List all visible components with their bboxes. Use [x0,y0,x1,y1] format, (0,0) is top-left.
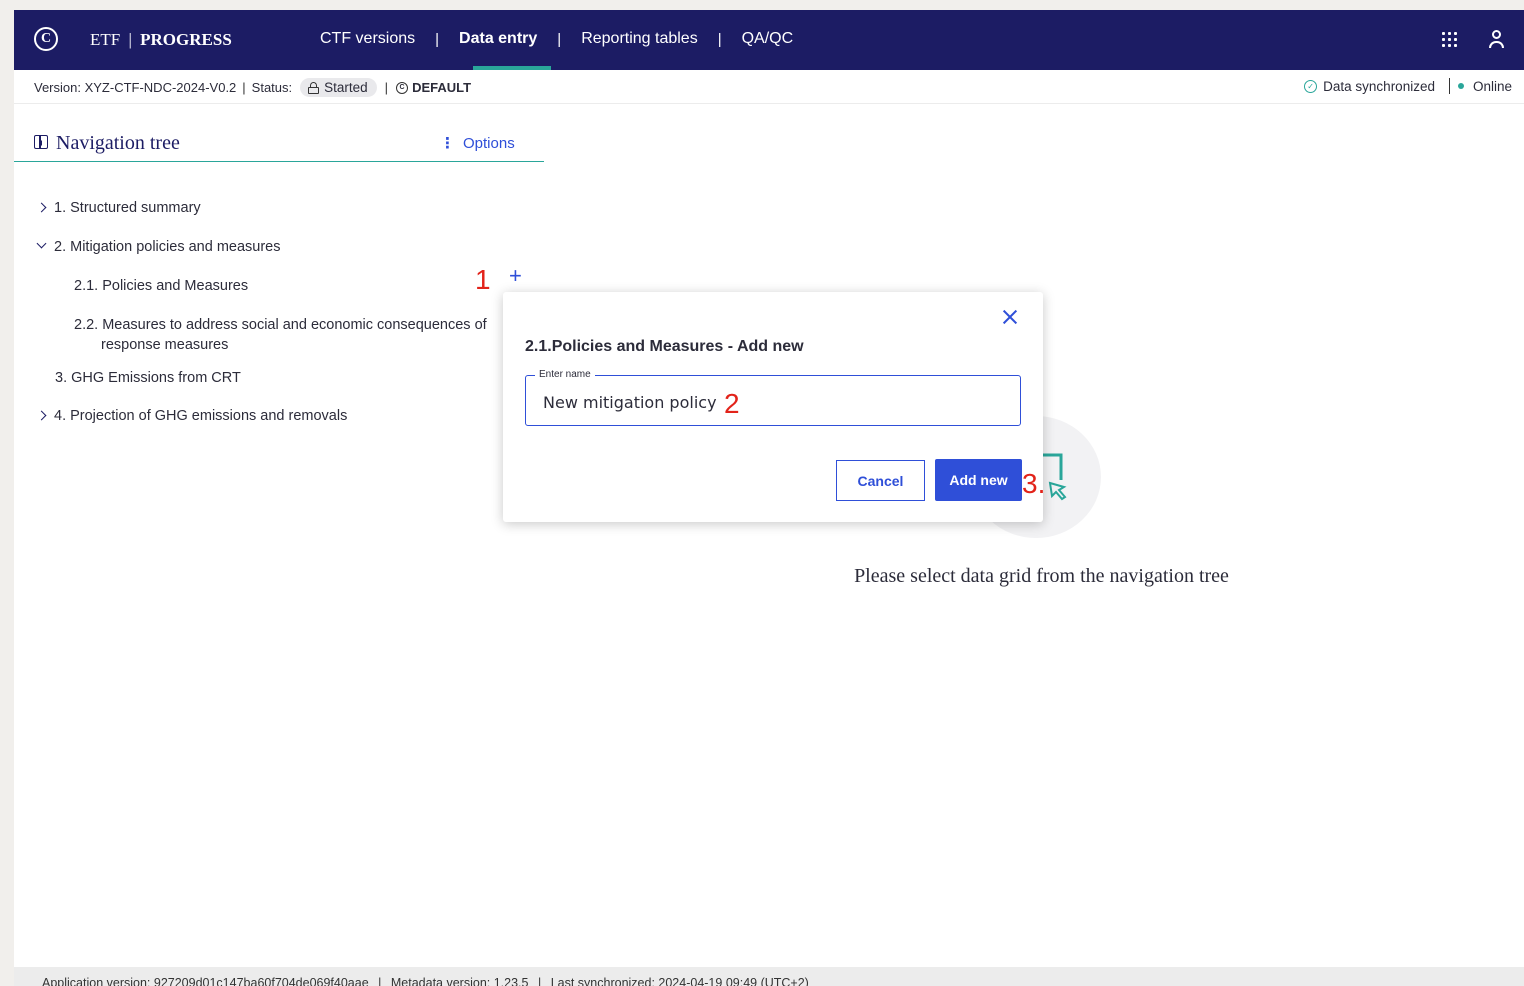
metadata-version: Metadata version: 1.23.5 [390,976,529,986]
footer-separator: | [537,976,542,986]
tree-item-label: 1. Structured summary [54,200,201,216]
tree-item-social-economic-measures-line2[interactable]: response measures [101,337,228,353]
apps-grid-icon[interactable] [1440,30,1460,50]
tab-ctf-versions[interactable]: CTF versions [320,30,415,48]
tab-reporting-tables[interactable]: Reporting tables [581,30,698,48]
more-vertical-icon: ⋮ [440,135,455,152]
tree-item-label: 4. Projection of GHG emissions and remov… [54,408,348,424]
chevron-right-icon[interactable] [38,200,50,215]
status-value: Started [324,80,368,95]
name-field-label: Enter name [535,369,595,380]
top-header: C ETF | PROGRESS CTF versions | Data ent… [14,10,1524,70]
unlock-icon [308,81,320,94]
status-separator: | [242,80,246,95]
status-bar: Version: XYZ-CTF-NDC-2024-V0.2 | Status:… [14,70,1524,104]
app-version: Application version: 927209d01c147ba60f7… [42,976,369,986]
brand-etf: ETF [90,30,121,49]
tree-item-projection-ghg[interactable]: 4. Projection of GHG emissions and remov… [38,408,347,424]
tree-item-policies-and-measures[interactable]: 2.1. Policies and Measures [74,278,248,294]
footer: Application version: 927209d01c147ba60f7… [14,967,1524,986]
options-label: Options [463,135,515,152]
version-info: Version: XYZ-CTF-NDC-2024-V0.2 | Status:… [34,78,471,97]
brand[interactable]: ETF | PROGRESS [90,30,232,50]
collapse-panel-icon[interactable] [34,135,48,149]
version-label: Version: XYZ-CTF-NDC-2024-V0.2 [34,80,237,95]
close-icon[interactable] [999,306,1021,328]
nav-separator: | [435,30,440,48]
tree-item-label: 2. Mitigation policies and measures [54,239,281,255]
main-nav: CTF versions | Data entry | Reporting ta… [320,30,793,48]
un-logo-icon[interactable]: C [34,27,58,51]
add-new-dialog: 2.1.Policies and Measures - Add new Ente… [503,292,1043,522]
last-synchronized: Last synchronized: 2024-04-19 09:49 (UTC… [550,976,809,986]
navigation-panel-title: Navigation tree [56,132,180,154]
dialog-title: 2.1.Policies and Measures - Add new [525,338,804,355]
chevron-right-icon[interactable] [38,408,50,423]
check-circle-icon: ✓ [1304,79,1318,93]
status-badge: Started [300,78,377,97]
default-label: DEFAULT [412,80,472,95]
un-logo-icon: C [396,81,409,94]
tree-item-label: response measures [101,337,229,353]
brand-separator: | [128,30,132,49]
name-field-value[interactable]: New mitigation policy [543,393,717,412]
navigation-panel-header: Navigation tree ⋮ Options [14,105,544,162]
empty-state-message: Please select data grid from the navigat… [854,565,1229,587]
tree-item-label: 2.2. Measures to address social and econ… [74,317,487,333]
sync-status: ✓ Data synchronized Online [1304,78,1512,94]
tree-item-social-economic-measures[interactable]: 2.2. Measures to address social and econ… [74,317,487,333]
annotation-step-1: 1 [475,264,491,295]
status-divider [1448,78,1450,94]
tab-data-entry[interactable]: Data entry [459,30,537,48]
status-label: Status: [251,80,293,95]
nav-separator: | [557,30,562,48]
user-icon[interactable] [1488,29,1506,49]
status-separator: | [384,80,389,95]
tab-qa-qc[interactable]: QA/QC [742,30,794,48]
footer-separator: | [378,976,382,986]
add-item-button[interactable]: + [509,265,522,287]
main-content: Please select data grid from the navigat… [544,105,1524,965]
tree-item-ghg-emissions-crt[interactable]: 3. GHG Emissions from CRT [55,370,241,386]
nav-separator: | [717,30,722,48]
online-dot-icon [1457,83,1464,89]
cancel-button[interactable]: Cancel [836,460,925,501]
footer-info: Application version: 927209d01c147ba60f7… [42,976,809,986]
annotation-step-2: 2 [724,388,740,419]
options-button[interactable]: ⋮ Options [440,134,515,152]
tree-item-label: 3. GHG Emissions from CRT [55,370,241,386]
chevron-down-icon[interactable] [38,239,50,254]
brand-progress: PROGRESS [140,30,232,49]
tree-item-structured-summary[interactable]: 1. Structured summary [38,200,201,216]
annotation-step-3: 3. [1022,468,1046,499]
add-new-button[interactable]: Add new [935,459,1022,501]
sync-label: Data synchronized [1323,78,1435,94]
online-label: Online [1472,78,1512,94]
name-input[interactable]: Enter name New mitigation policy [525,369,1021,426]
navigation-panel: Navigation tree ⋮ Options 1. Structured s… [14,105,544,965]
tree-item-mitigation-policies[interactable]: 2. Mitigation policies and measures [38,239,280,255]
tree-item-label: 2.1. Policies and Measures [74,278,249,294]
